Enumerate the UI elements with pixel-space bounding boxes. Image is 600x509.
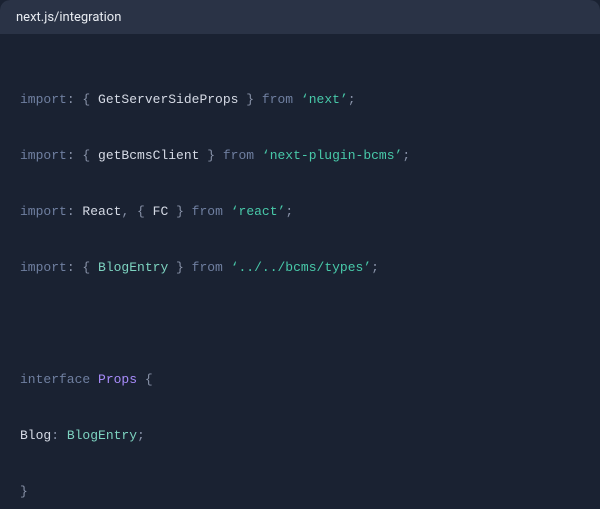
code-line: import: { BlogEntry } from ‘../../bcms/t… [20,254,580,282]
titlebar: next.js/integration [0,0,600,34]
code-line: } [20,478,580,506]
code-line: Blog: BlogEntry; [20,422,580,450]
code-line: import: { GetServerSideProps } from ‘nex… [20,86,580,114]
code-window: next.js/integration import: { GetServerS… [0,0,600,509]
code-line [20,310,580,338]
code-line: import: React, { FC } from ‘react’; [20,198,580,226]
code-line: interface Props { [20,366,580,394]
window-title: next.js/integration [16,10,121,25]
code-line: import: { getBcmsClient } from ‘next-plu… [20,142,580,170]
code-area: import: { GetServerSideProps } from ‘nex… [0,34,600,509]
